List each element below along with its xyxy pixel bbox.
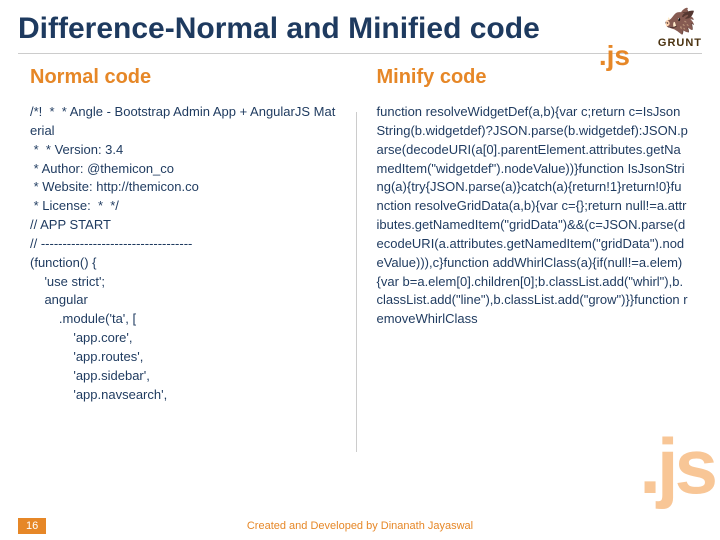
header: Difference-Normal and Minified code 🐗 GR… xyxy=(0,0,720,53)
warthog-icon: 🐗 xyxy=(664,6,696,37)
slide: Difference-Normal and Minified code 🐗 GR… xyxy=(0,0,720,540)
columns: Normal code /*! * * Angle - Bootstrap Ad… xyxy=(0,54,720,474)
left-heading: Normal code xyxy=(30,66,342,89)
footer-credit: Created and Developed by Dinanath Jayasw… xyxy=(0,520,720,532)
js-icon: .js xyxy=(599,40,630,72)
minified-code-block: function resolveWidgetDef(a,b){var c;ret… xyxy=(377,103,689,329)
grunt-logo: 🐗 GRUNT xyxy=(658,6,702,49)
right-column: Minify code function resolveWidgetDef(a,… xyxy=(357,66,703,474)
normal-code-block: /*! * * Angle - Bootstrap Admin App + An… xyxy=(30,103,342,405)
left-column: Normal code /*! * * Angle - Bootstrap Ad… xyxy=(30,66,356,474)
logo-group: 🐗 GRUNT xyxy=(658,6,702,49)
grunt-label: GRUNT xyxy=(658,37,702,49)
right-heading: Minify code xyxy=(377,66,689,89)
